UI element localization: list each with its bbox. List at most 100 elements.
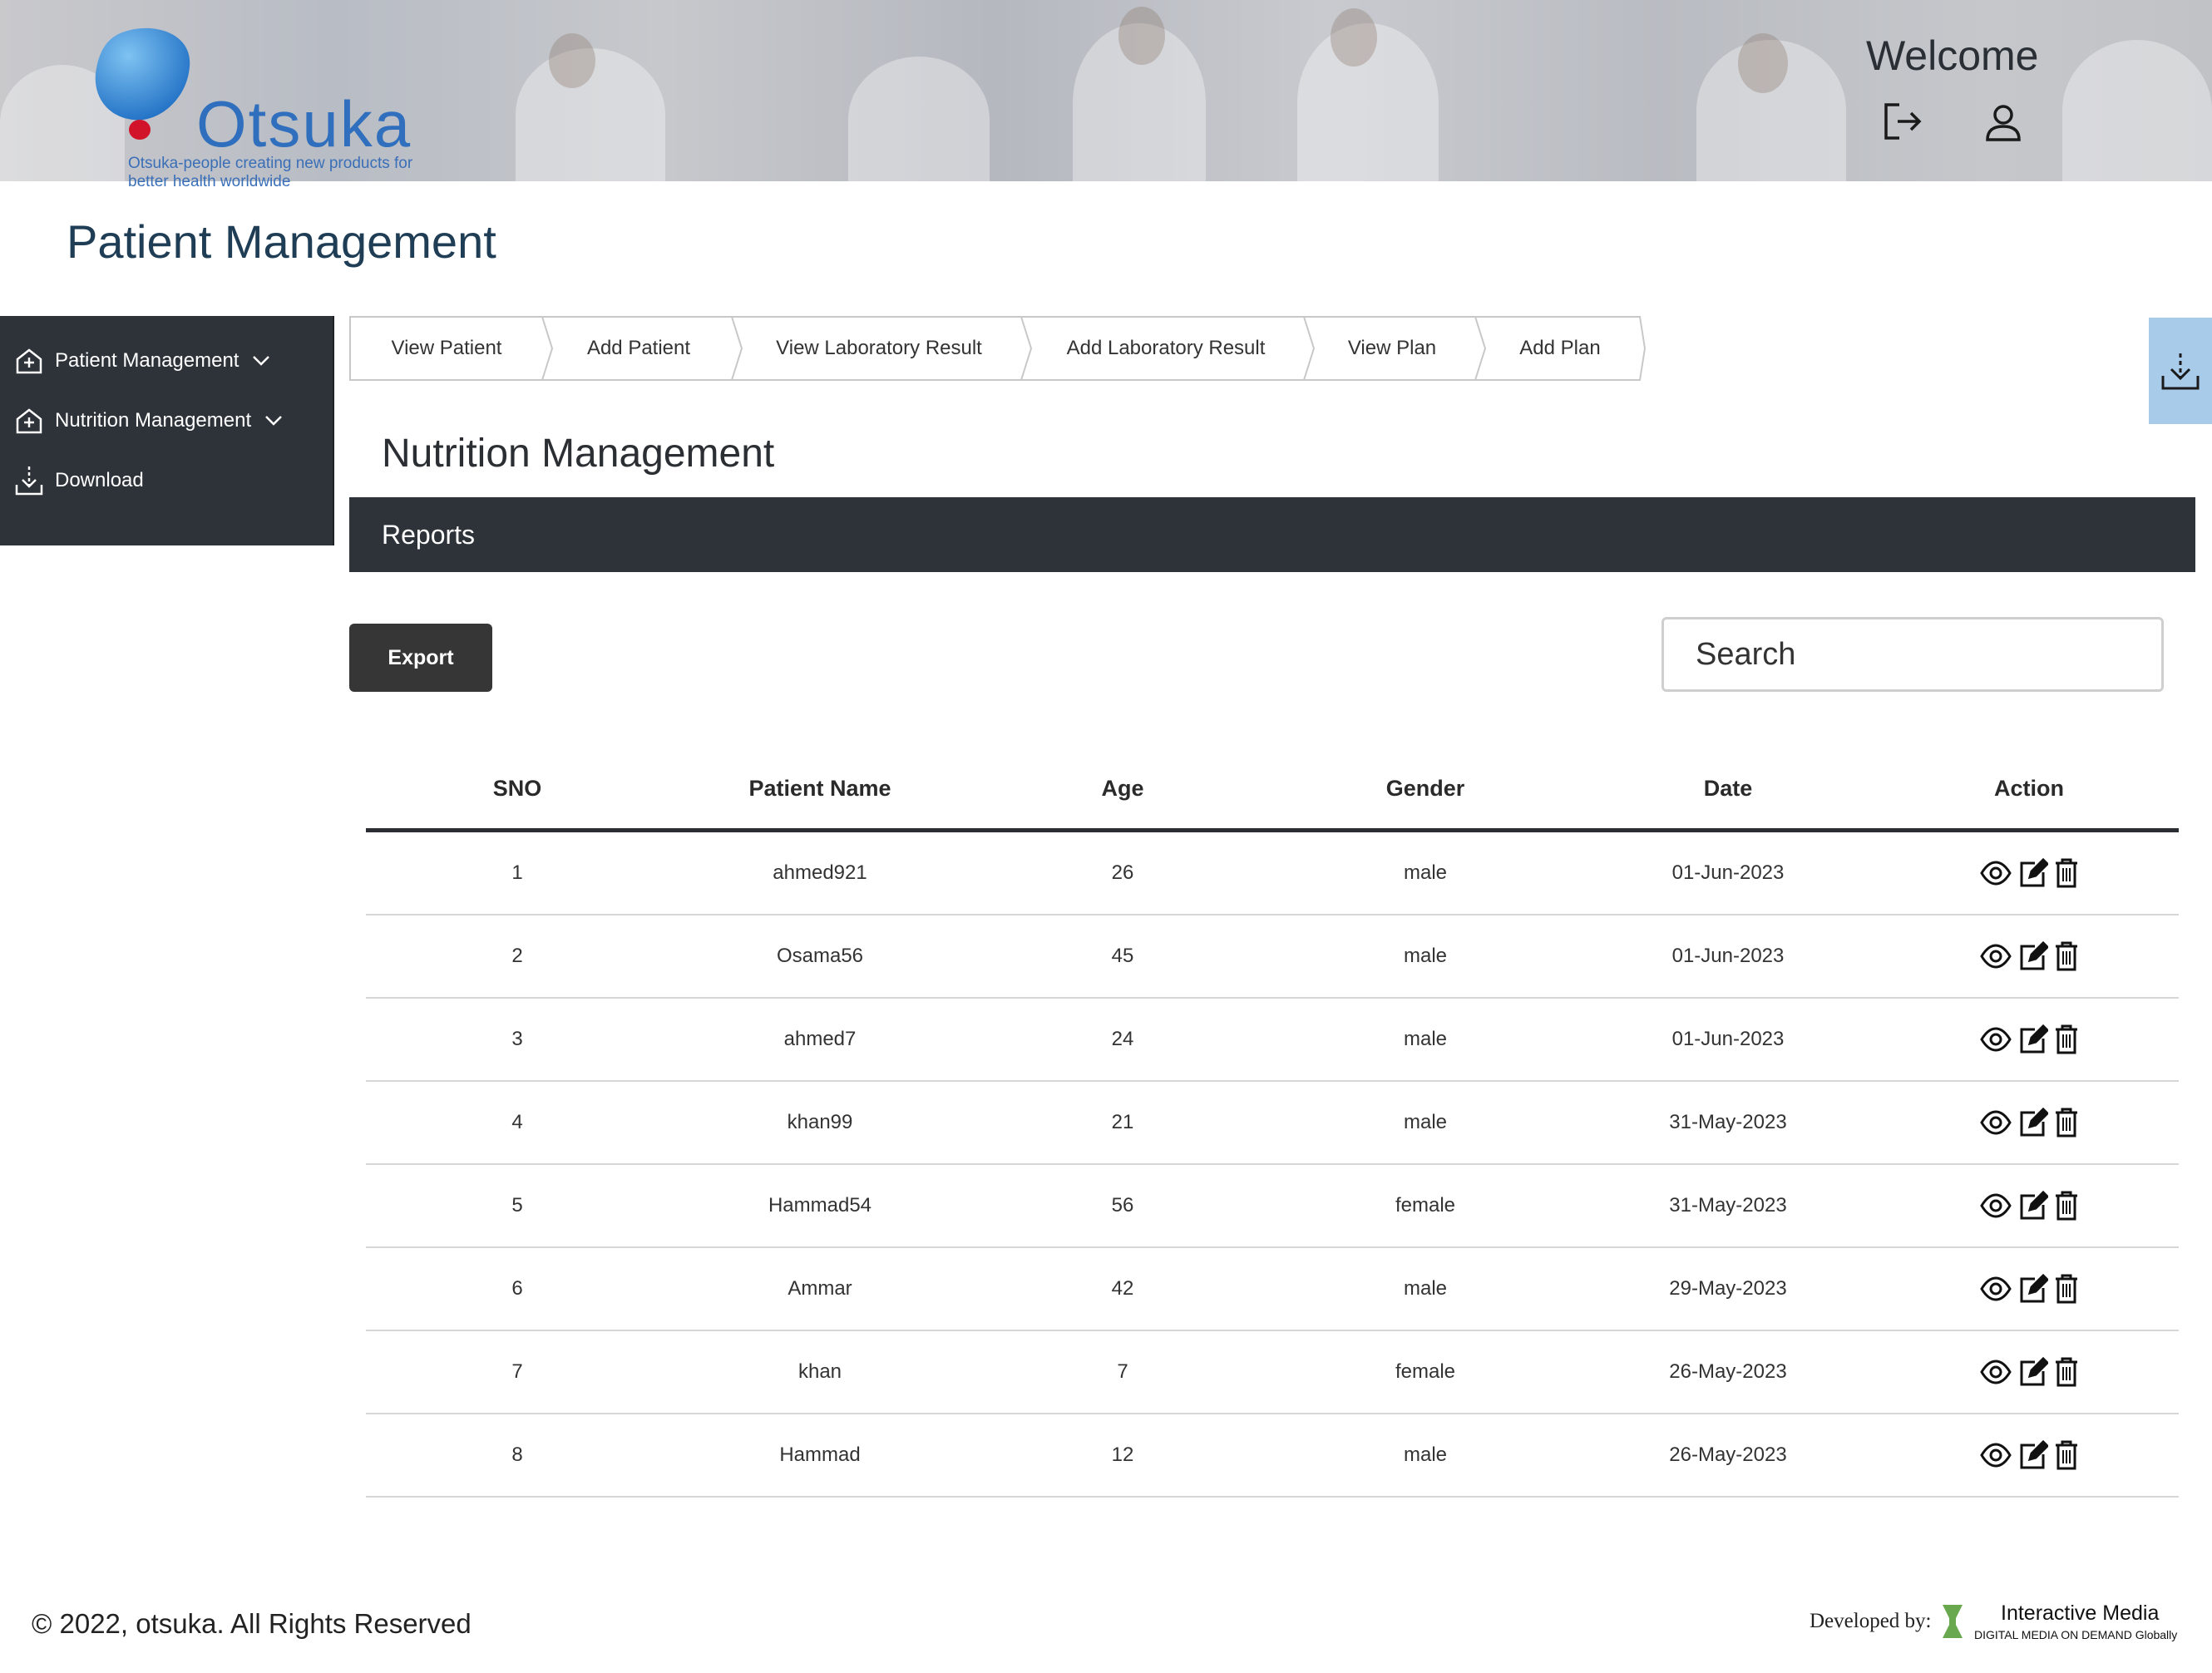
column-header-age[interactable]: Age bbox=[971, 776, 1274, 802]
cell-actions bbox=[1879, 1356, 2179, 1388]
cell-sno: 4 bbox=[511, 1111, 523, 1133]
edit-icon[interactable] bbox=[2018, 1190, 2048, 1221]
logout-icon[interactable] bbox=[1881, 100, 1924, 143]
sidebar-item-label: Nutrition Management bbox=[55, 409, 252, 432]
cell-gender: male bbox=[1403, 1277, 1448, 1300]
edit-icon[interactable] bbox=[2018, 1273, 2048, 1305]
sidebar-item-label: Download bbox=[55, 469, 144, 491]
step-add-laboratory-result[interactable]: Add Laboratory Result bbox=[1025, 316, 1307, 381]
banner-photo-figure bbox=[848, 57, 990, 181]
copyright-text: © 2022, otsuka. All Rights Reserved bbox=[32, 1608, 472, 1639]
table-body: 1 ahmed921 26 male 01-Jun-2023 2 Osama56… bbox=[366, 832, 2179, 1498]
table-header: SNO Patient Name Age Gender Date Action bbox=[366, 748, 2179, 832]
reports-header: Reports bbox=[349, 497, 2195, 572]
cell-patient-name: Osama56 bbox=[776, 945, 864, 967]
step-view-plan[interactable]: View Plan bbox=[1307, 316, 1477, 381]
step-navigation: View Patient Add Patient View Laboratory… bbox=[349, 316, 1647, 381]
delete-icon[interactable] bbox=[2055, 1024, 2078, 1054]
cell-gender: female bbox=[1395, 1360, 1456, 1383]
floating-download-button[interactable] bbox=[2149, 318, 2212, 424]
edit-icon[interactable] bbox=[2018, 1024, 2048, 1055]
column-header-gender[interactable]: Gender bbox=[1274, 776, 1577, 802]
download-icon bbox=[15, 465, 43, 496]
chevron-down-icon bbox=[252, 355, 270, 367]
cell-date: 01-Jun-2023 bbox=[1671, 861, 1785, 884]
cell-sno: 2 bbox=[511, 945, 523, 967]
cell-actions bbox=[1879, 1190, 2179, 1221]
delete-icon[interactable] bbox=[2055, 1191, 2078, 1221]
sidebar-item-patient-management[interactable]: Patient Management bbox=[15, 338, 282, 383]
view-icon[interactable] bbox=[1980, 861, 2012, 886]
delete-icon[interactable] bbox=[2055, 858, 2078, 888]
cell-gender: male bbox=[1403, 1444, 1448, 1466]
table-row: 7 khan 7 female 26-May-2023 bbox=[366, 1331, 2179, 1414]
sidebar-item-nutrition-management[interactable]: Nutrition Management bbox=[15, 398, 294, 443]
banner-photo-face bbox=[1118, 7, 1165, 65]
step-add-patient[interactable]: Add Patient bbox=[544, 316, 733, 381]
cell-actions bbox=[1879, 1273, 2179, 1305]
table-row: 2 Osama56 45 male 01-Jun-2023 bbox=[366, 915, 2179, 999]
cell-age: 24 bbox=[1111, 1028, 1134, 1050]
user-profile-icon[interactable] bbox=[1984, 103, 2022, 143]
cell-sno: 6 bbox=[511, 1277, 523, 1300]
step-add-plan[interactable]: Add Plan bbox=[1477, 316, 1643, 381]
banner-photo-face bbox=[1331, 8, 1377, 67]
cell-sno: 1 bbox=[511, 861, 523, 884]
edit-icon[interactable] bbox=[2018, 1356, 2048, 1388]
step-view-laboratory-result[interactable]: View Laboratory Result bbox=[733, 316, 1025, 381]
cell-patient-name: Hammad bbox=[779, 1444, 861, 1466]
search-input[interactable] bbox=[1661, 617, 2164, 692]
banner-photo-figure bbox=[2062, 40, 2212, 181]
cell-actions bbox=[1879, 1439, 2179, 1471]
cell-date: 31-May-2023 bbox=[1669, 1111, 1787, 1133]
column-header-patient-name[interactable]: Patient Name bbox=[669, 776, 971, 802]
cell-date: 31-May-2023 bbox=[1669, 1194, 1787, 1217]
cell-actions bbox=[1879, 1024, 2179, 1055]
cell-age: 42 bbox=[1111, 1277, 1134, 1300]
cell-sno: 7 bbox=[511, 1360, 523, 1383]
edit-icon[interactable] bbox=[2018, 857, 2048, 889]
edit-icon[interactable] bbox=[2018, 1439, 2048, 1471]
developer-name[interactable]: Interactive Media bbox=[2001, 1601, 2159, 1626]
cell-age: 56 bbox=[1111, 1194, 1134, 1217]
column-header-action: Action bbox=[1994, 775, 2064, 801]
column-header-sno[interactable]: SNO bbox=[366, 776, 669, 802]
cell-actions bbox=[1879, 1107, 2179, 1138]
delete-icon[interactable] bbox=[2055, 1108, 2078, 1138]
sidebar-item-download[interactable]: Download bbox=[15, 458, 144, 503]
view-icon[interactable] bbox=[1980, 1027, 2012, 1052]
export-button[interactable]: Export bbox=[349, 624, 492, 692]
view-icon[interactable] bbox=[1980, 1276, 2012, 1301]
cell-age: 45 bbox=[1111, 945, 1134, 967]
edit-icon[interactable] bbox=[2018, 1107, 2048, 1138]
hospital-icon bbox=[15, 407, 43, 435]
section-title: Nutrition Management bbox=[382, 432, 775, 476]
delete-icon[interactable] bbox=[2055, 1357, 2078, 1387]
developer-tagline: DIGITAL MEDIA ON DEMAND Globally bbox=[1974, 1628, 2178, 1641]
delete-icon[interactable] bbox=[2055, 941, 2078, 971]
delete-icon[interactable] bbox=[2055, 1440, 2078, 1470]
cell-sno: 3 bbox=[511, 1028, 523, 1050]
banner-photo-face bbox=[1738, 33, 1788, 93]
view-icon[interactable] bbox=[1980, 1360, 2012, 1384]
download-icon bbox=[2160, 351, 2200, 391]
table-row: 3 ahmed7 24 male 01-Jun-2023 bbox=[366, 999, 2179, 1082]
column-header-date[interactable]: Date bbox=[1577, 776, 1879, 802]
table-row: 5 Hammad54 56 female 31-May-2023 bbox=[366, 1165, 2179, 1248]
view-icon[interactable] bbox=[1980, 1110, 2012, 1135]
cell-age: 12 bbox=[1111, 1444, 1134, 1466]
cell-patient-name: Hammad54 bbox=[768, 1194, 872, 1217]
step-view-patient[interactable]: View Patient bbox=[349, 316, 544, 381]
view-icon[interactable] bbox=[1980, 1443, 2012, 1468]
cell-patient-name: ahmed7 bbox=[783, 1028, 857, 1050]
view-icon[interactable] bbox=[1980, 1193, 2012, 1218]
otsuka-logo[interactable]: Otsuka Otsuka-people creating new produc… bbox=[91, 25, 441, 200]
delete-icon[interactable] bbox=[2055, 1274, 2078, 1304]
logo-wordmark: Otsuka bbox=[196, 87, 412, 160]
cell-gender: male bbox=[1403, 861, 1448, 884]
logo-tagline: Otsuka-people creating new products for … bbox=[128, 155, 413, 190]
cell-date: 26-May-2023 bbox=[1669, 1360, 1787, 1383]
cell-date: 01-Jun-2023 bbox=[1671, 1028, 1785, 1050]
edit-icon[interactable] bbox=[2018, 940, 2048, 972]
view-icon[interactable] bbox=[1980, 944, 2012, 969]
